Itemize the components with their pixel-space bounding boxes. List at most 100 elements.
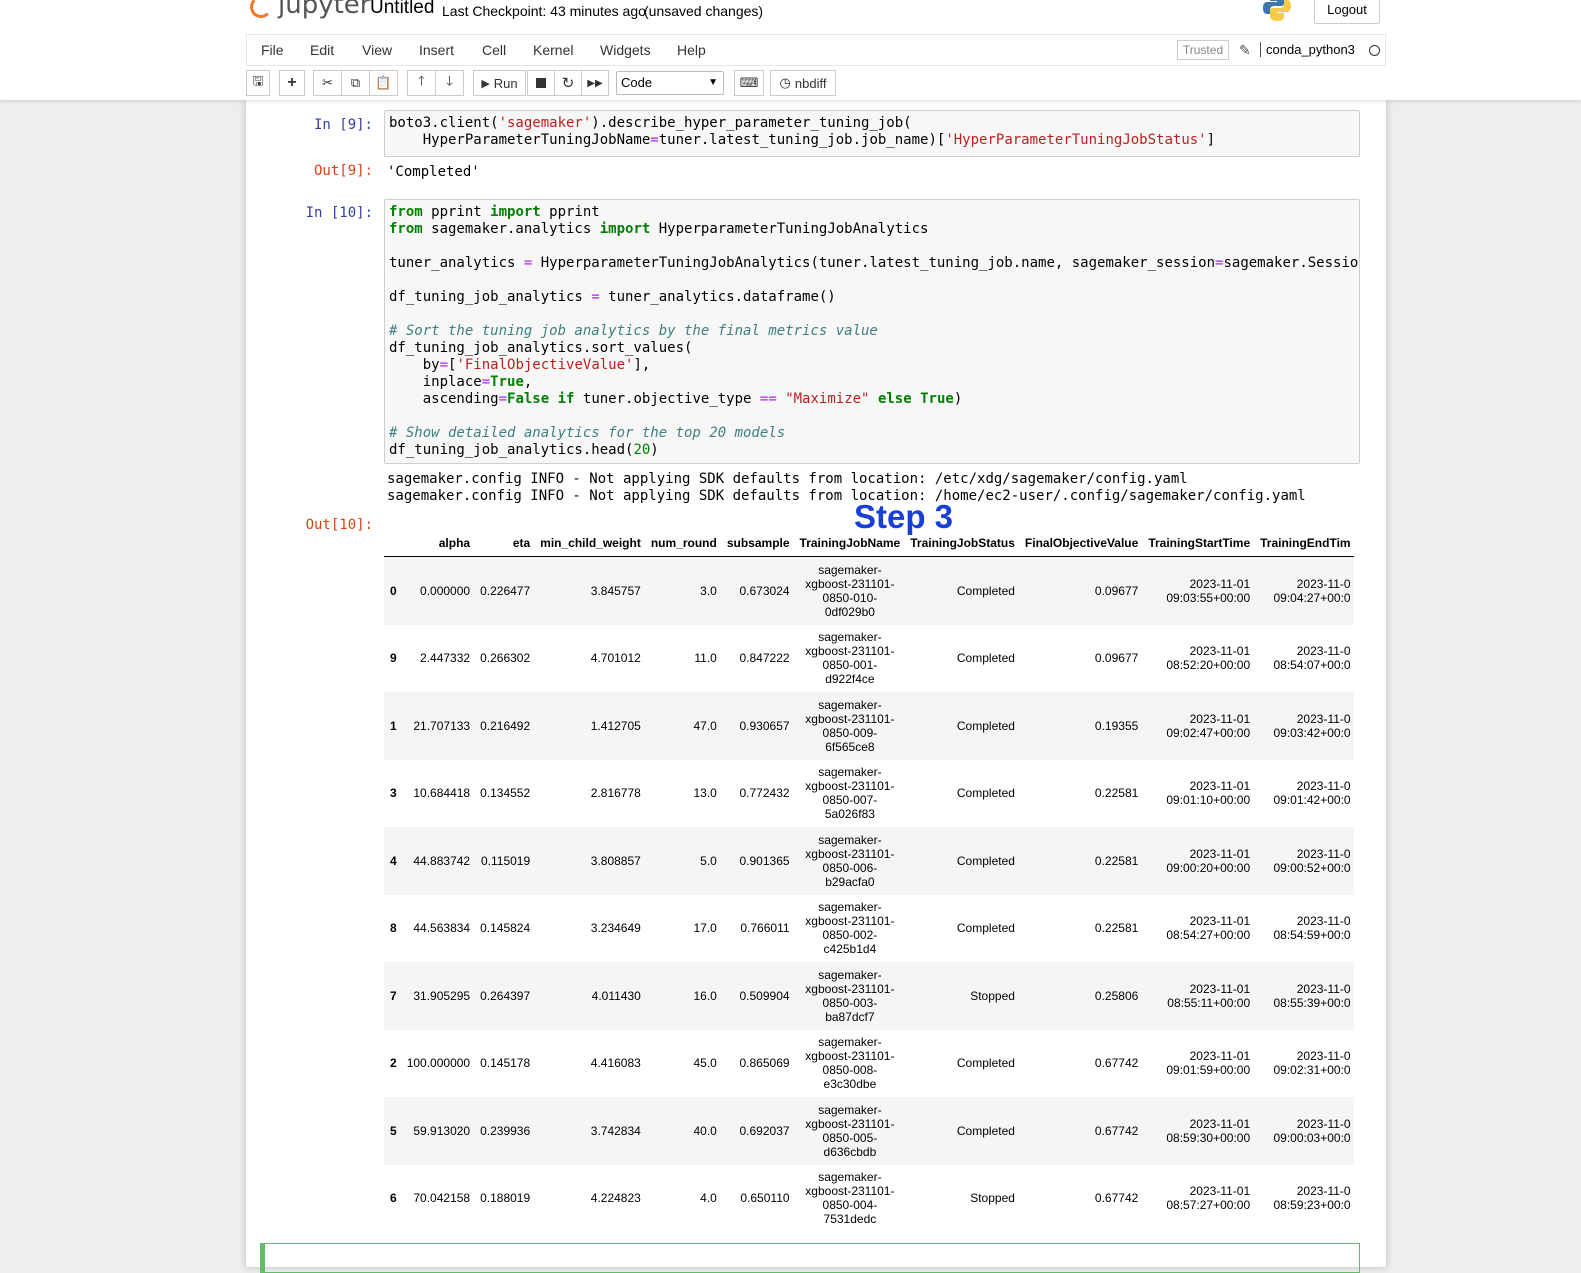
- menu-view[interactable]: View: [362, 42, 392, 58]
- move-up-button[interactable]: 🡑: [407, 70, 436, 96]
- table-cell: 0.115019: [480, 853, 531, 868]
- interrupt-button[interactable]: [527, 70, 555, 96]
- cut-button[interactable]: ✂: [313, 70, 342, 96]
- table-cell: 0.67742: [1094, 1191, 1139, 1206]
- paste-icon: 📋: [375, 75, 392, 90]
- play-icon: ▶: [481, 77, 490, 90]
- table-cell: 2023-11-01 08:59:30+00:00: [1166, 1116, 1251, 1145]
- restart-run-all-button[interactable]: ▶▶: [581, 70, 609, 96]
- copy-icon: ⧉: [350, 75, 361, 90]
- table-cell: 11.0: [694, 651, 717, 666]
- restart-button[interactable]: ↻: [554, 70, 582, 96]
- menu-bar: File Edit View Insert Cell Kernel Widget…: [246, 34, 1386, 66]
- table-cell: sagemaker- xgboost-231101- 0850-006- b29…: [805, 832, 895, 889]
- insert-cell-button[interactable]: +: [279, 70, 305, 96]
- column-header: num_round: [645, 530, 722, 557]
- header-bar: jupyter Untitled Last Checkpoint: 43 min…: [246, 0, 1386, 34]
- menu-widgets[interactable]: Widgets: [600, 42, 651, 58]
- table-cell: 2023-11-01 09:00:20+00:00: [1166, 846, 1251, 875]
- table-cell: 0.25806: [1094, 988, 1139, 1003]
- table-cell: 3.0: [700, 583, 717, 598]
- output-prompt: Out[9]:: [313, 163, 373, 179]
- unsaved-indicator: (unsaved changes): [644, 3, 764, 19]
- cell-type-select[interactable]: Code ▼: [616, 71, 724, 95]
- input-prompt: In [9]:: [313, 117, 373, 133]
- scissors-icon: ✂: [322, 75, 333, 90]
- table-cell: 0.865069: [739, 1056, 790, 1071]
- run-button[interactable]: ▶ Run: [473, 70, 526, 96]
- menu-file[interactable]: File: [261, 42, 284, 58]
- copy-button[interactable]: ⧉: [341, 70, 370, 96]
- table-cell: 45.0: [693, 1056, 717, 1071]
- move-down-button[interactable]: 🡓: [435, 70, 464, 96]
- table-cell: 2023-11-0 09:00:03+00:0: [1273, 1116, 1351, 1145]
- output-prompt: Out[10]:: [305, 517, 373, 533]
- table-cell: 3.808857: [590, 853, 641, 868]
- menu-edit[interactable]: Edit: [310, 42, 334, 58]
- table-cell: 0.000000: [420, 583, 471, 598]
- table-cell: 2023-11-01 08:52:20+00:00: [1166, 644, 1251, 673]
- table-cell: 0.772432: [739, 786, 790, 801]
- table-cell: 2023-11-01 08:55:11+00:00: [1167, 981, 1251, 1010]
- table-cell: Stopped: [970, 1191, 1015, 1206]
- table-cell: 4.224823: [590, 1191, 641, 1206]
- code-text[interactable]: boto3.client('sagemaker').describe_hyper…: [389, 115, 1355, 149]
- column-header: subsample: [721, 530, 795, 557]
- table-cell: 17.0: [693, 921, 717, 936]
- column-header: TrainingStartTime: [1143, 530, 1256, 557]
- table-cell: 0.145824: [480, 921, 531, 936]
- edit-pencil-icon[interactable]: ✎: [1239, 42, 1251, 59]
- code-cell-input[interactable]: boto3.client('sagemaker').describe_hyper…: [384, 110, 1360, 157]
- notebook-title[interactable]: Untitled: [370, 0, 434, 19]
- input-prompt: In [10]:: [305, 205, 373, 221]
- stdout-line: sagemaker.config INFO - Not applying SDK…: [387, 488, 1306, 504]
- table-cell: Completed: [956, 921, 1015, 936]
- arrow-down-icon: 🡓: [446, 73, 453, 88]
- logout-button[interactable]: Logout: [1314, 0, 1380, 24]
- table-cell: 2023-11-01 09:02:47+00:00: [1166, 711, 1251, 740]
- column-header: alpha: [401, 530, 476, 557]
- table-cell: 0.847222: [739, 651, 790, 666]
- kernel-status-icon: [1369, 45, 1380, 56]
- paste-button[interactable]: 📋: [369, 70, 398, 96]
- table-cell: 2023-11-01 09:01:59+00:00: [1166, 1049, 1251, 1078]
- table-cell: Completed: [956, 853, 1015, 868]
- table-row: 5 59.913020 0.239936 3.742834 40.0 0.692037 sa…: [384, 1097, 1354, 1165]
- dataframe-output: alpha eta min_child_weight num_round subsamp…: [384, 530, 1354, 1230]
- save-button[interactable]: 🖫: [246, 70, 270, 96]
- table-cell: 2023-11-01 09:03:55+00:00: [1166, 576, 1251, 605]
- table-cell: Completed: [956, 583, 1015, 598]
- run-label: Run: [493, 75, 518, 91]
- table-cell: sagemaker- xgboost-231101- 0850-001- d92…: [805, 630, 895, 687]
- table-cell: 0.692037: [739, 1123, 790, 1138]
- kernel-name[interactable]: conda_python3: [1260, 42, 1355, 57]
- code-cell-input[interactable]: from pprint import pprint from sagemaker…: [384, 199, 1360, 464]
- menu-cell[interactable]: Cell: [482, 42, 506, 58]
- trusted-badge[interactable]: Trusted: [1177, 40, 1229, 60]
- plus-icon: +: [287, 74, 297, 91]
- table-cell: 0.266302: [480, 651, 531, 666]
- menu-kernel[interactable]: Kernel: [533, 42, 573, 58]
- code-text[interactable]: from pprint import pprint from sagemaker…: [389, 204, 1359, 459]
- table-cell: 0.216492: [480, 718, 531, 733]
- logo-text: jupyter: [278, 0, 371, 20]
- cell-type-value: Code: [621, 75, 653, 90]
- menu-help[interactable]: Help: [677, 42, 706, 58]
- row-index: 1: [390, 718, 397, 733]
- table-cell: 0.09677: [1094, 651, 1139, 666]
- table-cell: 44.883742: [413, 853, 471, 868]
- row-index: 7: [390, 988, 397, 1003]
- table-row: 0 0.000000 0.226477 3.845757 3.0 0.673024 sage…: [384, 556, 1354, 625]
- nbdiff-button[interactable]: ◷ nbdiff: [770, 70, 836, 96]
- history-icon: ◷: [779, 75, 791, 90]
- table-cell: 2023-11-01 08:54:27+00:00: [1166, 914, 1251, 943]
- command-palette-button[interactable]: ⌨: [734, 70, 764, 96]
- table-cell: 3.845757: [590, 583, 641, 598]
- row-index: 6: [390, 1191, 397, 1206]
- table-cell: 2023-11-0 08:54:07+00:0: [1273, 644, 1351, 673]
- menu-insert[interactable]: Insert: [419, 42, 454, 58]
- active-code-cell[interactable]: [260, 1243, 1360, 1273]
- table-cell: 2023-11-01 09:01:10+00:00: [1166, 779, 1251, 808]
- jupyter-logo[interactable]: jupyter: [250, 0, 370, 30]
- table-cell: 21.707133: [413, 718, 471, 733]
